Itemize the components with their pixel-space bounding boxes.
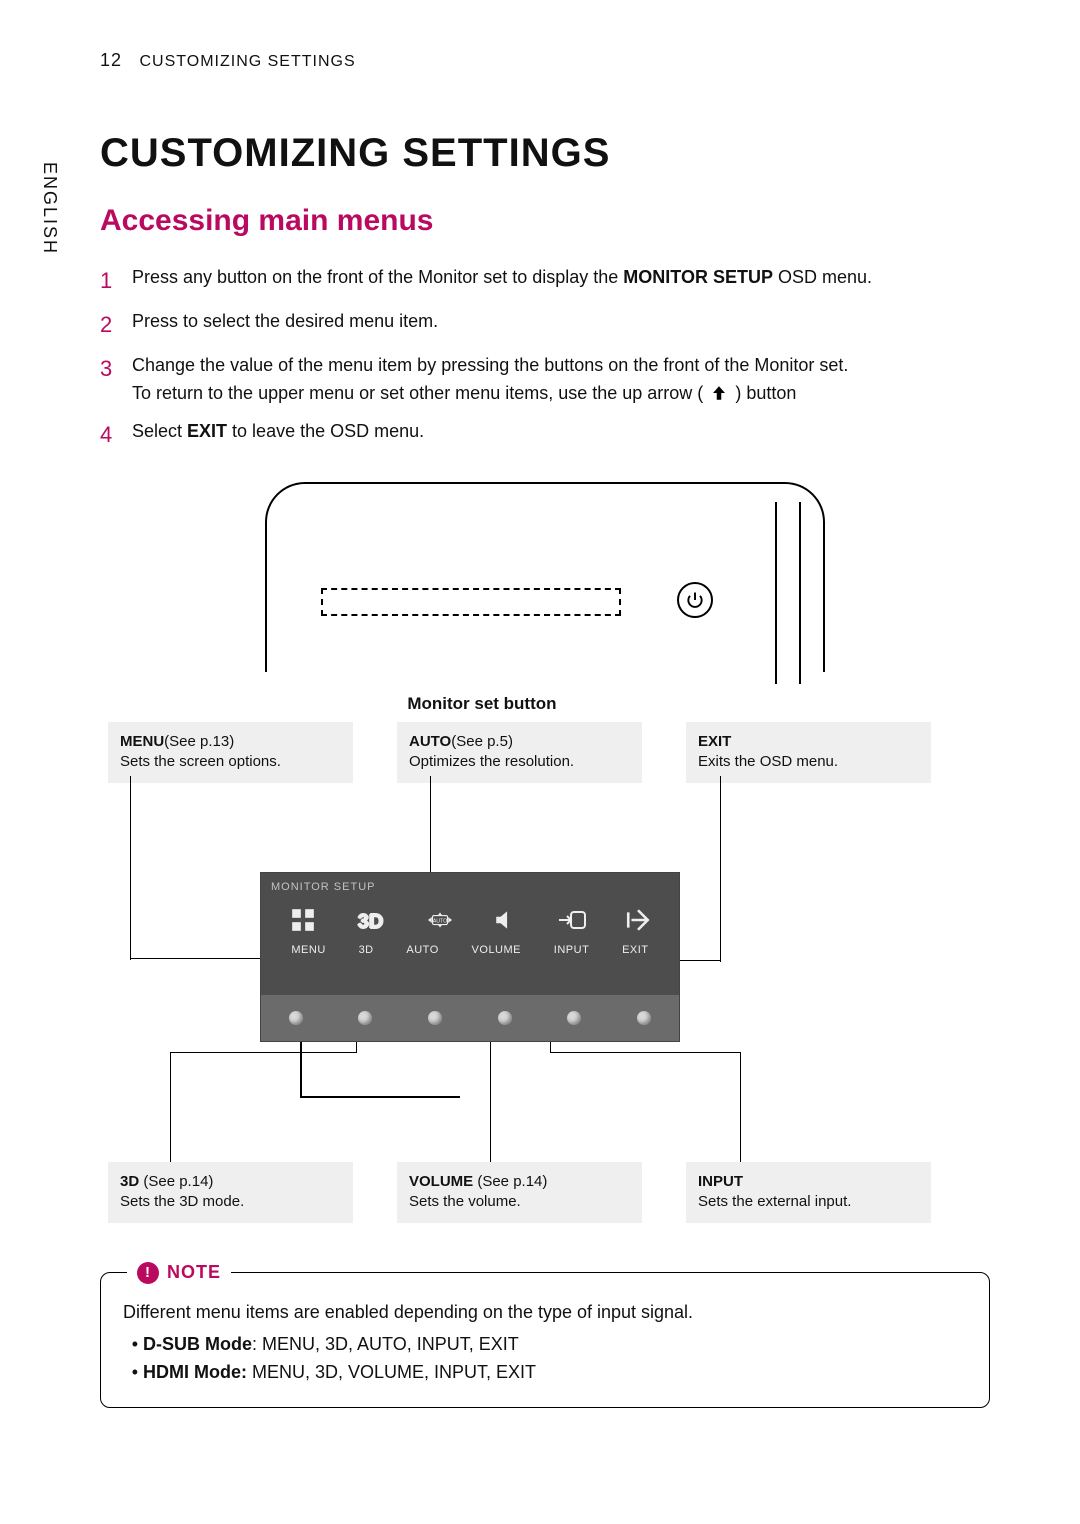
note-legend: ! NOTE: [127, 1259, 231, 1287]
note-item-dsub: D-SUB Mode: MENU, 3D, AUTO, INPUT, EXIT: [143, 1331, 967, 1359]
input-icon: [557, 907, 587, 938]
language-tab: ENGLISH: [39, 162, 60, 255]
section-subtitle: Accessing main menus: [100, 204, 990, 238]
volume-icon: [492, 907, 520, 938]
callout-auto: AUTO(See p.5) Optimizes the resolution.: [397, 722, 642, 783]
running-head: 12 CUSTOMIZING SETTINGS: [100, 50, 990, 71]
step-2: 2 Press to select the desired menu item.: [100, 308, 990, 342]
osd-label-menu: MENU: [291, 944, 325, 956]
osd-label-exit: EXIT: [622, 944, 648, 956]
note-box: ! NOTE Different menu items are enabled …: [100, 1272, 990, 1408]
osd-panel: MONITOR SETUP 3D AUTO: [260, 872, 680, 1042]
steps-list: 1 Press any button on the front of the M…: [100, 264, 990, 452]
step-1: 1 Press any button on the front of the M…: [100, 264, 990, 298]
osd-button: [498, 1011, 512, 1025]
osd-label-volume: VOLUME: [472, 944, 521, 956]
running-head-text: CUSTOMIZING SETTINGS: [139, 53, 355, 70]
note-label: NOTE: [167, 1259, 221, 1287]
menu-icon: [289, 907, 317, 938]
page-title: CUSTOMIZING SETTINGS: [100, 131, 990, 176]
osd-button: [567, 1011, 581, 1025]
note-icon: !: [137, 1262, 159, 1284]
step-number: 3: [100, 352, 132, 408]
step-number: 1: [100, 264, 132, 298]
step-3: 3 Change the value of the menu item by p…: [100, 352, 990, 408]
osd-button: [428, 1011, 442, 1025]
up-arrow-icon: [708, 384, 730, 402]
monitor-caption: Monitor set button: [407, 694, 556, 714]
callout-exit: EXIT Exits the OSD menu.: [686, 722, 931, 783]
exit-icon: [624, 907, 652, 938]
osd-diagram: MENU(See p.13) Sets the screen options. …: [100, 722, 1000, 1242]
osd-title: MONITOR SETUP: [261, 873, 679, 893]
button-area-highlight: [321, 588, 621, 616]
osd-label-input: INPUT: [554, 944, 590, 956]
note-item-hdmi: HDMI Mode: MENU, 3D, VOLUME, INPUT, EXIT: [143, 1359, 967, 1387]
power-icon: [677, 582, 713, 618]
step-number: 4: [100, 418, 132, 452]
callout-volume: VOLUME (See p.14) Sets the volume.: [397, 1162, 642, 1223]
three-d-icon: 3D: [354, 910, 388, 936]
osd-button: [358, 1011, 372, 1025]
note-intro: Different menu items are enabled dependi…: [123, 1299, 967, 1327]
callout-input: INPUT Sets the external input.: [686, 1162, 931, 1223]
svg-text:AUTO: AUTO: [432, 918, 447, 924]
osd-button: [289, 1011, 303, 1025]
callout-menu: MENU(See p.13) Sets the screen options.: [108, 722, 353, 783]
step-number: 2: [100, 308, 132, 342]
monitor-diagram: [265, 482, 825, 672]
step-4: 4 Select EXIT to leave the OSD menu.: [100, 418, 990, 452]
page-number: 12: [100, 50, 122, 70]
callout-3d: 3D (See p.14) Sets the 3D mode.: [108, 1162, 353, 1223]
osd-button: [637, 1011, 651, 1025]
osd-button-row: [261, 995, 679, 1041]
auto-icon: AUTO: [425, 908, 455, 937]
osd-label-auto: AUTO: [406, 944, 438, 956]
osd-label-3d: 3D: [359, 944, 374, 956]
